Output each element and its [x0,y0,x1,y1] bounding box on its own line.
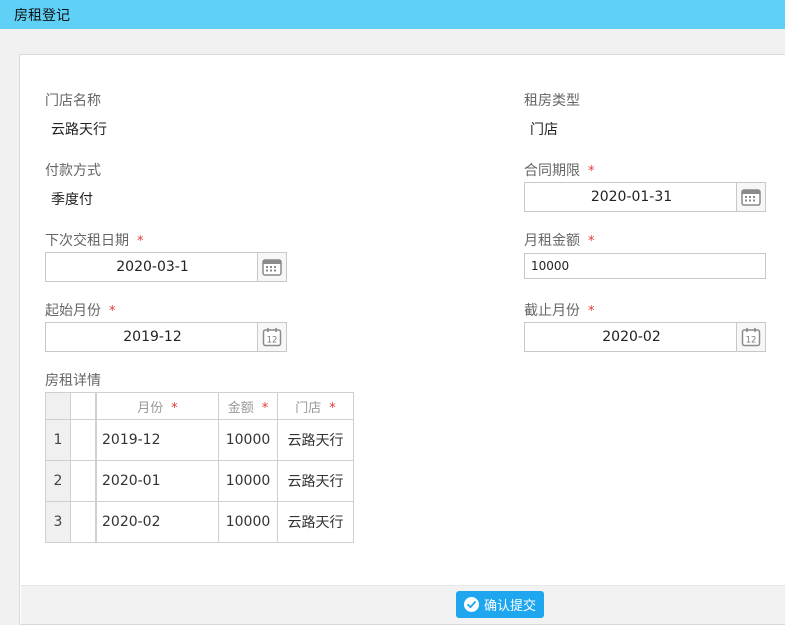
table-row[interactable]: 3 2020-02 10000 云路天行 [45,501,354,543]
row-number: 2 [45,460,71,502]
contract-end-date-value[interactable]: 2020-01-31 [525,183,738,211]
column-header-store: 门店 * [277,392,354,420]
contract-end-label: 合同期限 * [524,160,595,180]
row-handle-header [70,392,97,420]
column-header-amount: 金额 * [218,392,278,420]
store-name-label: 门店名称 [45,93,101,109]
confirm-submit-button[interactable]: 确认提交 [456,591,544,618]
cell-month[interactable]: 2020-01 [95,460,219,502]
required-mark: * [137,234,144,249]
monthly-rent-label-text: 月租金额 [524,233,580,249]
payment-method-label: 付款方式 [45,163,101,179]
required-mark: * [588,164,595,179]
store-name-value: 云路天行 [51,122,107,138]
rent-details-label: 房租详情 [45,373,101,389]
cell-store[interactable]: 云路天行 [277,460,354,502]
next-payment-date-label-text: 下次交租日期 [45,233,129,249]
row-number-header [45,392,71,420]
calendar-12-icon[interactable]: 12 [257,323,286,351]
required-mark: * [588,304,595,319]
start-month-label-text: 起始月份 [45,303,101,319]
required-mark: * [588,234,595,249]
cell-amount[interactable]: 10000 [218,460,278,502]
svg-text:12: 12 [746,336,757,346]
end-month-label-text: 截止月份 [524,303,580,319]
required-mark: * [109,304,116,319]
cell-month[interactable]: 2020-02 [95,501,219,543]
table-row[interactable]: 2 2020-01 10000 云路天行 [45,460,354,502]
cell-store[interactable]: 云路天行 [277,419,354,461]
table-header-row: 月份 * 金额 * 门店 * [45,392,354,420]
column-header-amount-label: 金额 [227,400,254,416]
contract-end-date-field[interactable]: 2020-01-31 [524,182,766,212]
row-number: 1 [45,419,71,461]
required-mark: * [329,400,336,416]
rent-details-table: 月份 * 金额 * 门店 * 1 2019-12 10000 云路天行 2 2020-… [45,392,354,543]
calendar-12-icon[interactable]: 12 [736,323,765,351]
start-month-label: 起始月份 * [45,300,116,320]
end-month-label: 截止月份 * [524,300,595,320]
form-footer [21,585,785,624]
svg-text:12: 12 [267,336,278,346]
payment-method-value: 季度付 [51,192,93,208]
required-mark: * [171,400,178,416]
end-month-value[interactable]: 2020-02 [525,323,738,351]
calendar-icon[interactable] [257,253,286,281]
end-month-field[interactable]: 2020-02 12 [524,322,766,352]
column-header-store-label: 门店 [295,400,322,416]
window-title: 房租登记 [14,8,70,24]
check-circle-icon [463,597,479,612]
start-month-field[interactable]: 2019-12 12 [45,322,287,352]
cell-month[interactable]: 2019-12 [95,419,219,461]
contract-end-label-text: 合同期限 [524,163,580,179]
start-month-value[interactable]: 2019-12 [46,323,259,351]
next-payment-date-label: 下次交租日期 * [45,230,144,250]
column-header-month: 月份 * [95,392,219,420]
row-handle [70,419,97,461]
monthly-rent-input[interactable]: 10000 [524,253,766,279]
rental-type-label: 租房类型 [524,93,580,109]
title-bar: 房租登记 [0,0,785,29]
next-payment-date-value[interactable]: 2020-03-1 [46,253,259,281]
column-header-month-label: 月份 [137,400,164,416]
row-handle [70,501,97,543]
row-handle [70,460,97,502]
monthly-rent-label: 月租金额 * [524,230,595,250]
next-payment-date-field[interactable]: 2020-03-1 [45,252,287,282]
confirm-submit-label: 确认提交 [483,599,536,614]
rental-type-value: 门店 [530,122,558,138]
cell-amount[interactable]: 10000 [218,501,278,543]
row-number: 3 [45,501,71,543]
cell-amount[interactable]: 10000 [218,419,278,461]
calendar-icon[interactable] [736,183,765,211]
cell-store[interactable]: 云路天行 [277,501,354,543]
table-row[interactable]: 1 2019-12 10000 云路天行 [45,419,354,461]
required-mark: * [261,400,269,416]
